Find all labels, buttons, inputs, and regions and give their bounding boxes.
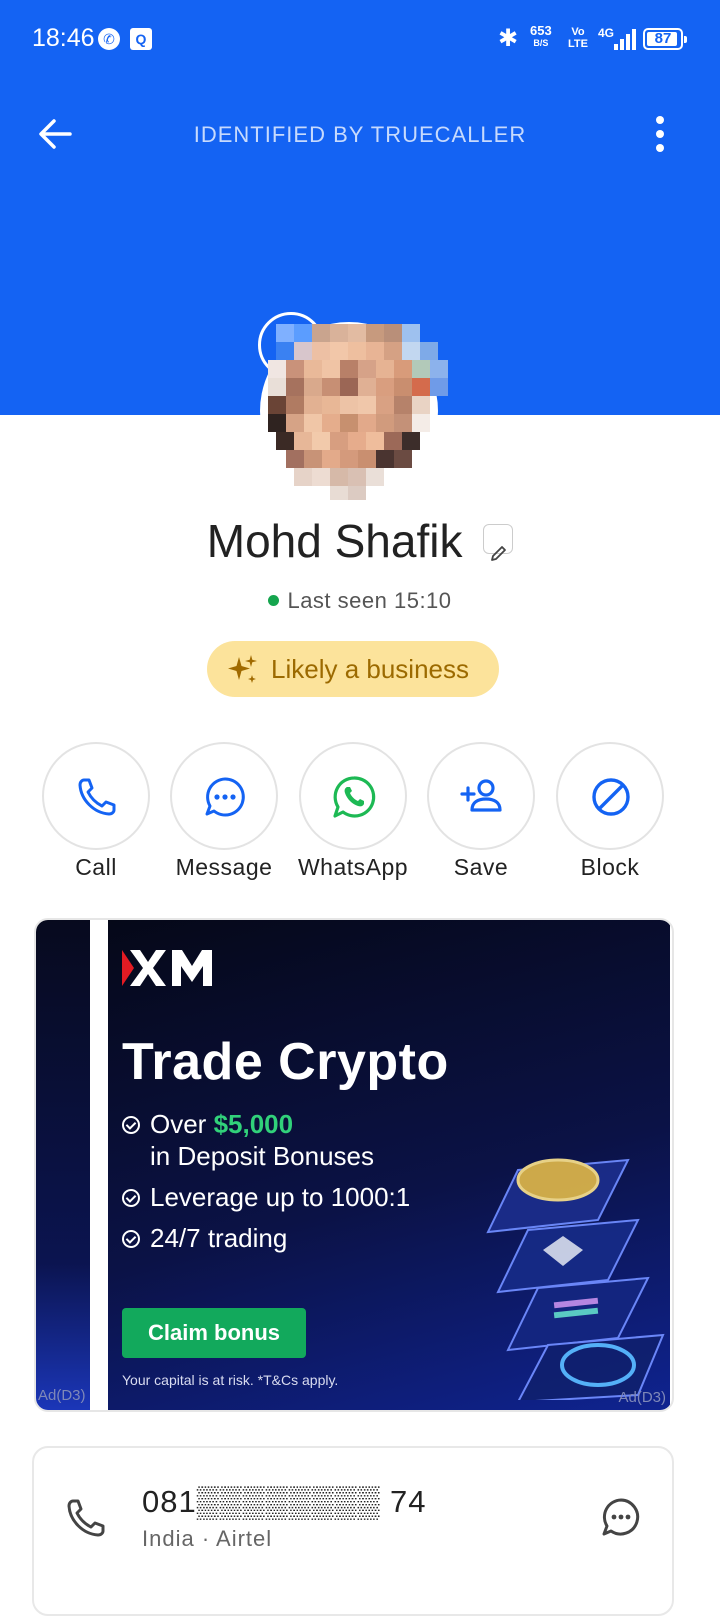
ad-bullet-leverage-text: Leverage up to 1000:1 — [150, 1182, 411, 1212]
volte-indicator: Vo LTE — [568, 26, 588, 50]
message-icon[interactable] — [600, 1496, 642, 1538]
avatar-image — [268, 324, 448, 500]
call-action[interactable]: Call — [34, 742, 158, 892]
check-circle-icon — [122, 1189, 140, 1207]
battery-level: 87 — [654, 30, 672, 47]
online-status-dot — [268, 594, 280, 606]
check-circle-icon — [122, 1116, 140, 1134]
block-action[interactable]: Block — [548, 742, 672, 892]
phone-number[interactable]: 081▒▒▒▒▒▒▒▒ 74 — [142, 1484, 427, 1520]
battery-icon: 87 — [643, 28, 687, 50]
sparkle-icon — [228, 655, 257, 683]
network-speed-unit: B/S — [533, 38, 549, 48]
ad-bullets: Over $5,000 in Deposit Bonuses Leverage … — [122, 1108, 410, 1254]
whatsapp-button[interactable] — [299, 742, 407, 850]
message-icon — [205, 777, 245, 817]
header-title: IDENTIFIED BY TRUECALLER — [193, 122, 527, 147]
save-label: Save — [453, 854, 509, 880]
whatsapp-label: WhatsApp — [297, 854, 409, 880]
more-options-button[interactable] — [648, 112, 672, 156]
network-speed: 653 B/S — [530, 24, 552, 50]
add-contact-icon — [460, 779, 502, 812]
avatar[interactable] — [258, 312, 458, 502]
whatsapp-icon — [333, 776, 376, 818]
block-label: Block — [580, 854, 640, 880]
xm-logo — [122, 950, 212, 986]
contact-name: Mohd Shafik — [206, 515, 463, 567]
whatsapp-action[interactable]: WhatsApp — [291, 742, 415, 892]
whatsapp-notification-icon: ✆ — [98, 28, 120, 50]
check-circle-icon — [122, 1230, 140, 1248]
last-seen-row: Last seen 15:10 — [0, 588, 720, 614]
save-action[interactable]: Save — [419, 742, 543, 892]
ad-bullet-trading-text: 24/7 trading — [150, 1223, 288, 1253]
block-icon — [592, 778, 630, 816]
phone-carrier: India · Airtel — [142, 1526, 273, 1551]
ad-carousel[interactable]: Ad(D3) Trade Crypto Over $5,000 in Depos… — [34, 918, 674, 1412]
business-badge-label: Likely a business — [271, 654, 469, 684]
network-type: 4G — [598, 26, 615, 40]
bluetooth-icon: ✱ — [498, 25, 519, 52]
ad-bonus-amount: $5,000 — [213, 1109, 294, 1139]
call-button[interactable] — [42, 742, 150, 850]
status-bar: 18:46 ✆ Q ✱ 653 B/S Vo LTE 4G 87 — [0, 0, 720, 80]
ad-bullet-bonus-line2: in Deposit Bonuses — [150, 1141, 375, 1171]
ad-disclaimer: Your capital is at risk. *T&Cs apply. — [122, 1372, 339, 1388]
ad-label: Ad(D3) — [618, 1389, 666, 1406]
business-badge[interactable]: Likely a business — [207, 641, 499, 697]
action-buttons: Call Message WhatsApp Save Block — [0, 742, 720, 892]
save-button[interactable] — [427, 742, 535, 850]
ad-bullet-leverage: Leverage up to 1000:1 — [122, 1181, 410, 1213]
pencil-icon — [491, 545, 507, 561]
call-label: Call — [75, 854, 117, 880]
message-label: Message — [175, 854, 273, 880]
contact-name-row: Mohd Shafik — [0, 514, 720, 568]
phone-icon — [67, 1499, 105, 1537]
edit-name-button[interactable] — [483, 523, 514, 561]
phone-number-card[interactable]: 081▒▒▒▒▒▒▒▒ 74 India · Airtel — [32, 1446, 674, 1616]
ad-banner[interactable]: Trade Crypto Over $5,000 in Deposit Bonu… — [108, 920, 670, 1410]
ad-previous-slide[interactable]: Ad(D3) — [36, 920, 90, 1410]
status-time: 18:46 — [32, 24, 95, 52]
ad-headline: Trade Crypto — [122, 1033, 449, 1091]
network-speed-value: 653 — [530, 23, 552, 38]
app-notification-icon: Q — [130, 28, 152, 50]
ad-bullet-bonus: Over $5,000 in Deposit Bonuses — [122, 1108, 410, 1172]
ad-bullet-trading: 24/7 trading — [122, 1222, 410, 1254]
signal-icon — [614, 28, 636, 50]
ad-bullet-bonus-prefix: Over — [150, 1109, 214, 1139]
claim-bonus-button[interactable]: Claim bonus — [122, 1308, 306, 1358]
crypto-coins-graphic — [486, 1158, 665, 1400]
message-action[interactable]: Message — [162, 742, 286, 892]
phone-icon — [78, 778, 116, 816]
block-button[interactable] — [556, 742, 664, 850]
ad-left-label: Ad(D3) — [38, 1387, 86, 1404]
last-seen-text: Last seen 15:10 — [287, 588, 452, 613]
message-button[interactable] — [170, 742, 278, 850]
